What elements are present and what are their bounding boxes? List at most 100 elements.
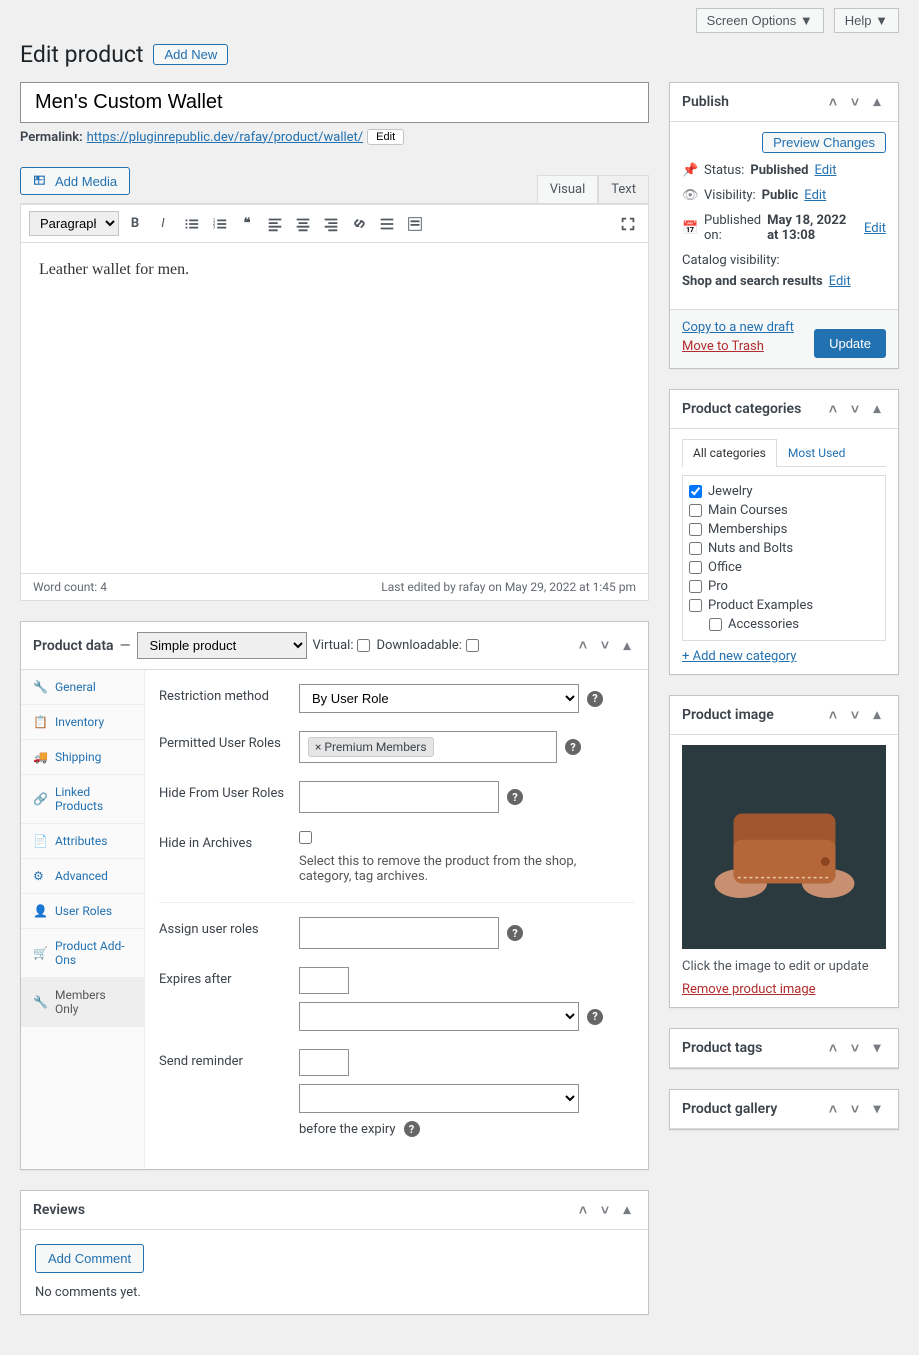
reminder-unit-select[interactable] xyxy=(299,1084,579,1113)
category-checkbox[interactable] xyxy=(689,580,702,593)
product-type-select[interactable]: Simple product xyxy=(137,632,307,659)
format-select[interactable]: Paragraph xyxy=(29,211,119,236)
number-list-icon[interactable]: 123 xyxy=(207,212,231,236)
toolbar-toggle-icon[interactable] xyxy=(403,212,427,236)
copy-draft-link[interactable]: Copy to a new draft xyxy=(682,320,794,335)
image-caption: Click the image to edit or update xyxy=(682,959,886,974)
panel-up-icon[interactable]: ˄ xyxy=(824,93,842,111)
expires-value-input[interactable] xyxy=(299,967,349,994)
panel-toggle-icon[interactable]: ▴ xyxy=(868,400,886,418)
reminder-value-input[interactable] xyxy=(299,1049,349,1076)
help-button[interactable]: Help ▼ xyxy=(834,8,899,33)
tab-advanced[interactable]: ⚙Advanced xyxy=(21,859,144,894)
tab-inventory[interactable]: 📋Inventory xyxy=(21,705,144,740)
restriction-method-select[interactable]: By User Role xyxy=(299,684,579,713)
add-category-link[interactable]: + Add new category xyxy=(682,649,886,664)
tab-shipping[interactable]: 🚚Shipping xyxy=(21,740,144,775)
help-icon[interactable]: ? xyxy=(507,789,523,805)
tab-all-categories[interactable]: All categories xyxy=(682,439,777,467)
panel-up-icon[interactable]: ˄ xyxy=(574,637,592,655)
permalink-url[interactable]: https://pluginrepublic.dev/rafay/product… xyxy=(87,130,364,145)
link-icon[interactable] xyxy=(347,212,371,236)
tab-text[interactable]: Text xyxy=(598,175,649,203)
permitted-roles-input[interactable]: × Premium Members xyxy=(299,731,557,763)
screen-options-button[interactable]: Screen Options ▼ xyxy=(696,8,824,33)
tab-product-addons[interactable]: 🛒Product Add-Ons xyxy=(21,929,144,978)
help-icon[interactable]: ? xyxy=(587,691,603,707)
panel-down-icon[interactable]: ˅ xyxy=(846,706,864,724)
tab-visual[interactable]: Visual xyxy=(537,175,599,203)
align-right-icon[interactable] xyxy=(319,212,343,236)
align-center-icon[interactable] xyxy=(291,212,315,236)
panel-toggle-icon[interactable]: ▴ xyxy=(868,706,886,724)
edit-catalog-link[interactable]: Edit xyxy=(829,274,851,289)
hide-archives-checkbox[interactable] xyxy=(299,831,312,844)
category-checkbox[interactable] xyxy=(689,599,702,612)
quote-icon[interactable]: ❝ xyxy=(235,212,259,236)
tab-attributes[interactable]: 📄Attributes xyxy=(21,824,144,859)
preview-changes-button[interactable]: Preview Changes xyxy=(762,132,886,153)
remove-image-link[interactable]: Remove product image xyxy=(682,982,816,997)
add-comment-button[interactable]: Add Comment xyxy=(35,1244,144,1273)
panel-down-icon[interactable]: ˅ xyxy=(596,637,614,655)
panel-toggle-icon[interactable]: ▴ xyxy=(618,1201,636,1219)
virtual-checkbox[interactable] xyxy=(357,639,370,652)
expires-unit-select[interactable] xyxy=(299,1002,579,1031)
align-left-icon[interactable] xyxy=(263,212,287,236)
tab-linked-products[interactable]: 🔗Linked Products xyxy=(21,775,144,824)
category-checkbox[interactable] xyxy=(709,618,722,631)
category-checkbox[interactable] xyxy=(689,485,702,498)
move-to-trash-link[interactable]: Move to Trash xyxy=(682,339,794,354)
panel-toggle-icon[interactable]: ▾ xyxy=(868,1039,886,1057)
panel-up-icon[interactable]: ˄ xyxy=(824,1039,842,1057)
fullscreen-icon[interactable] xyxy=(616,212,640,236)
category-checkbox[interactable] xyxy=(689,504,702,517)
panel-toggle-icon[interactable]: ▴ xyxy=(868,93,886,111)
update-button[interactable]: Update xyxy=(814,329,886,358)
last-edited: Last edited by rafay on May 29, 2022 at … xyxy=(381,580,636,594)
edit-visibility-link[interactable]: Edit xyxy=(804,188,826,203)
product-image-thumbnail[interactable] xyxy=(682,745,886,949)
panel-down-icon[interactable]: ˅ xyxy=(846,400,864,418)
panel-down-icon[interactable]: ˅ xyxy=(846,1039,864,1057)
tab-members-only[interactable]: 🔧Members Only xyxy=(21,978,144,1027)
category-list[interactable]: Jewelry Main Courses Memberships Nuts an… xyxy=(682,475,886,641)
downloadable-checkbox[interactable] xyxy=(466,639,479,652)
tab-most-used[interactable]: Most Used xyxy=(777,439,857,466)
bold-icon[interactable]: B xyxy=(123,212,147,236)
category-checkbox[interactable] xyxy=(689,561,702,574)
panel-up-icon[interactable]: ˄ xyxy=(824,706,842,724)
content-editor[interactable]: Leather wallet for men. xyxy=(21,243,648,573)
hide-roles-input[interactable] xyxy=(299,781,499,813)
tab-user-roles[interactable]: 👤User Roles xyxy=(21,894,144,929)
word-count: Word count: 4 xyxy=(33,580,107,594)
help-icon[interactable]: ? xyxy=(565,739,581,755)
role-tag[interactable]: × Premium Members xyxy=(308,737,434,757)
edit-date-link[interactable]: Edit xyxy=(864,221,886,236)
add-new-button[interactable]: Add New xyxy=(153,44,228,65)
panel-up-icon[interactable]: ˄ xyxy=(824,400,842,418)
panel-up-icon[interactable]: ˄ xyxy=(574,1201,592,1219)
category-checkbox[interactable] xyxy=(689,523,702,536)
product-image-heading: Product image xyxy=(682,707,774,723)
bullet-list-icon[interactable] xyxy=(179,212,203,236)
product-title-input[interactable] xyxy=(20,82,649,123)
permalink-edit-button[interactable]: Edit xyxy=(367,129,404,145)
category-checkbox[interactable] xyxy=(689,542,702,555)
help-icon[interactable]: ? xyxy=(404,1121,420,1137)
add-media-button[interactable]: Add Media xyxy=(20,167,130,195)
help-icon[interactable]: ? xyxy=(507,925,523,941)
tab-general[interactable]: 🔧General xyxy=(21,670,144,705)
panel-down-icon[interactable]: ˅ xyxy=(846,1100,864,1118)
reviews-heading: Reviews xyxy=(33,1202,85,1218)
panel-down-icon[interactable]: ˅ xyxy=(596,1201,614,1219)
more-icon[interactable] xyxy=(375,212,399,236)
help-icon[interactable]: ? xyxy=(587,1009,603,1025)
panel-up-icon[interactable]: ˄ xyxy=(824,1100,842,1118)
assign-roles-input[interactable] xyxy=(299,917,499,949)
panel-toggle-icon[interactable]: ▾ xyxy=(868,1100,886,1118)
panel-toggle-icon[interactable]: ▴ xyxy=(618,637,636,655)
panel-down-icon[interactable]: ˅ xyxy=(846,93,864,111)
edit-status-link[interactable]: Edit xyxy=(814,163,836,178)
italic-icon[interactable]: I xyxy=(151,212,175,236)
